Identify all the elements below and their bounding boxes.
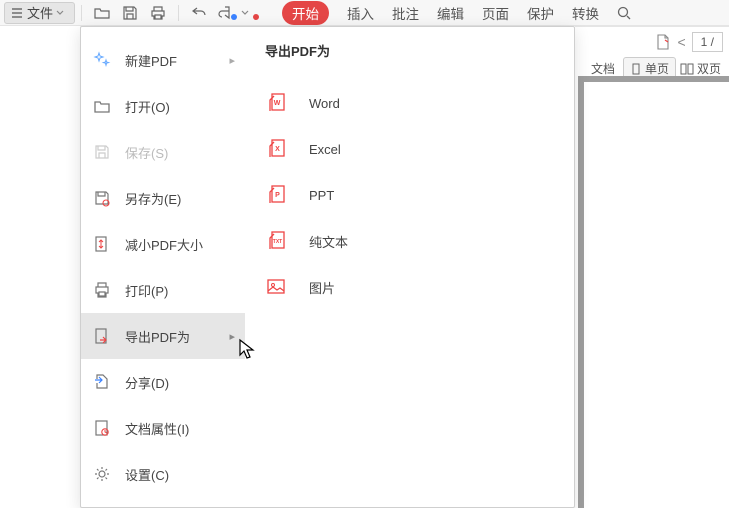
- document-canvas: [578, 76, 729, 508]
- label: PPT: [309, 188, 334, 203]
- folder-icon: [93, 97, 111, 115]
- save-button[interactable]: [120, 3, 140, 23]
- tab-protect[interactable]: 保护: [527, 3, 554, 23]
- word-icon: W: [265, 92, 287, 114]
- export-excel[interactable]: X Excel: [265, 126, 554, 172]
- label: 减小PDF大小: [125, 235, 203, 254]
- properties-icon: [93, 419, 111, 437]
- compress-icon: [93, 235, 111, 253]
- label: 新建PDF: [125, 51, 177, 70]
- label: Word: [309, 96, 340, 111]
- menu-open[interactable]: 打开(O): [81, 83, 245, 129]
- label: 打开(O): [125, 97, 170, 116]
- file-menu-dropdown: 新建PDF ▸ 打开(O) 保存(S) 另存为(E) 减小PDF大小 打印(P)…: [80, 26, 575, 508]
- menu-save: 保存(S): [81, 129, 245, 175]
- export-text[interactable]: TXT 纯文本: [265, 218, 554, 264]
- document-page[interactable]: [584, 82, 729, 508]
- label: 打印(P): [125, 281, 168, 300]
- label: 图片: [309, 278, 335, 297]
- separator: [178, 5, 179, 21]
- chevron-down-icon[interactable]: [241, 9, 249, 17]
- ppt-icon: P: [265, 184, 287, 206]
- svg-text:P: P: [275, 192, 280, 199]
- tab-insert[interactable]: 插入: [347, 3, 374, 23]
- tab-page[interactable]: 页面: [482, 3, 509, 23]
- top-toolbar: 文件 开始 插入 批注 编辑 页面 保护 转换: [0, 0, 729, 26]
- separator: [81, 5, 82, 21]
- tab-edit[interactable]: 编辑: [437, 3, 464, 23]
- file-menu-submenu: 导出PDF为 W Word X Excel P PPT: [245, 27, 574, 507]
- double-page-icon: [680, 63, 694, 75]
- txt-icon: TXT: [265, 230, 287, 252]
- label: 保存(S): [125, 143, 168, 162]
- menu-share[interactable]: 分享(D): [81, 359, 245, 405]
- svg-text:X: X: [275, 146, 280, 153]
- undo-button[interactable]: [189, 3, 209, 23]
- file-menu-left-column: 新建PDF ▸ 打开(O) 保存(S) 另存为(E) 减小PDF大小 打印(P)…: [81, 27, 245, 507]
- label: 文档属性(I): [125, 419, 189, 438]
- menu-print[interactable]: 打印(P): [81, 267, 245, 313]
- hamburger-icon: [11, 7, 23, 19]
- redo-button[interactable]: [217, 3, 237, 23]
- search-button[interactable]: [614, 3, 634, 23]
- page-current: 1 /: [701, 35, 714, 49]
- label: Excel: [309, 142, 341, 157]
- label: 另存为(E): [125, 189, 181, 208]
- sparkle-doc-icon: [93, 51, 111, 69]
- label: 导出PDF为: [125, 327, 190, 346]
- submenu-arrow-icon: ▸: [229, 54, 235, 67]
- label: 设置(C): [125, 465, 169, 484]
- double-page-label: 双页: [697, 60, 721, 77]
- menu-settings[interactable]: 设置(C): [81, 451, 245, 497]
- export-ppt[interactable]: P PPT: [265, 172, 554, 218]
- menu-new-pdf[interactable]: 新建PDF ▸: [81, 37, 245, 83]
- file-menu-button[interactable]: 文件: [4, 2, 75, 24]
- right-toolbar: < 1 / 文档 单页 双页: [575, 26, 729, 76]
- svg-text:W: W: [274, 100, 281, 107]
- page-input[interactable]: 1 /: [692, 32, 723, 52]
- file-label: 文件: [27, 3, 53, 22]
- open-folder-button[interactable]: [92, 3, 112, 23]
- tab-annotate[interactable]: 批注: [392, 3, 419, 23]
- excel-icon: X: [265, 138, 287, 160]
- single-page-label: 单页: [645, 60, 669, 77]
- gear-icon: [93, 465, 111, 483]
- save-icon: [93, 143, 111, 161]
- tab-start[interactable]: 开始: [282, 1, 329, 25]
- submenu-title: 导出PDF为: [265, 41, 554, 60]
- menu-save-as[interactable]: 另存为(E): [81, 175, 245, 221]
- save-as-icon: [93, 189, 111, 207]
- label: 纯文本: [309, 232, 348, 251]
- export-word[interactable]: W Word: [265, 80, 554, 126]
- menu-properties[interactable]: 文档属性(I): [81, 405, 245, 451]
- doc-label: 文档: [591, 60, 615, 77]
- tab-convert[interactable]: 转换: [572, 3, 599, 23]
- share-icon: [93, 373, 111, 391]
- image-icon: [265, 276, 287, 298]
- print-button[interactable]: [148, 3, 168, 23]
- page-arrow-left[interactable]: <: [677, 34, 685, 50]
- export-icon: [93, 327, 111, 345]
- single-page-icon: [630, 63, 642, 75]
- menu-shrink-pdf[interactable]: 减小PDF大小: [81, 221, 245, 267]
- doc-icon: [655, 34, 671, 50]
- chevron-down-icon: [56, 9, 64, 17]
- menu-export-pdf[interactable]: 导出PDF为: [81, 313, 245, 359]
- label: 分享(D): [125, 373, 169, 392]
- svg-text:TXT: TXT: [273, 239, 282, 245]
- export-image[interactable]: 图片: [265, 264, 554, 310]
- print-icon: [93, 281, 111, 299]
